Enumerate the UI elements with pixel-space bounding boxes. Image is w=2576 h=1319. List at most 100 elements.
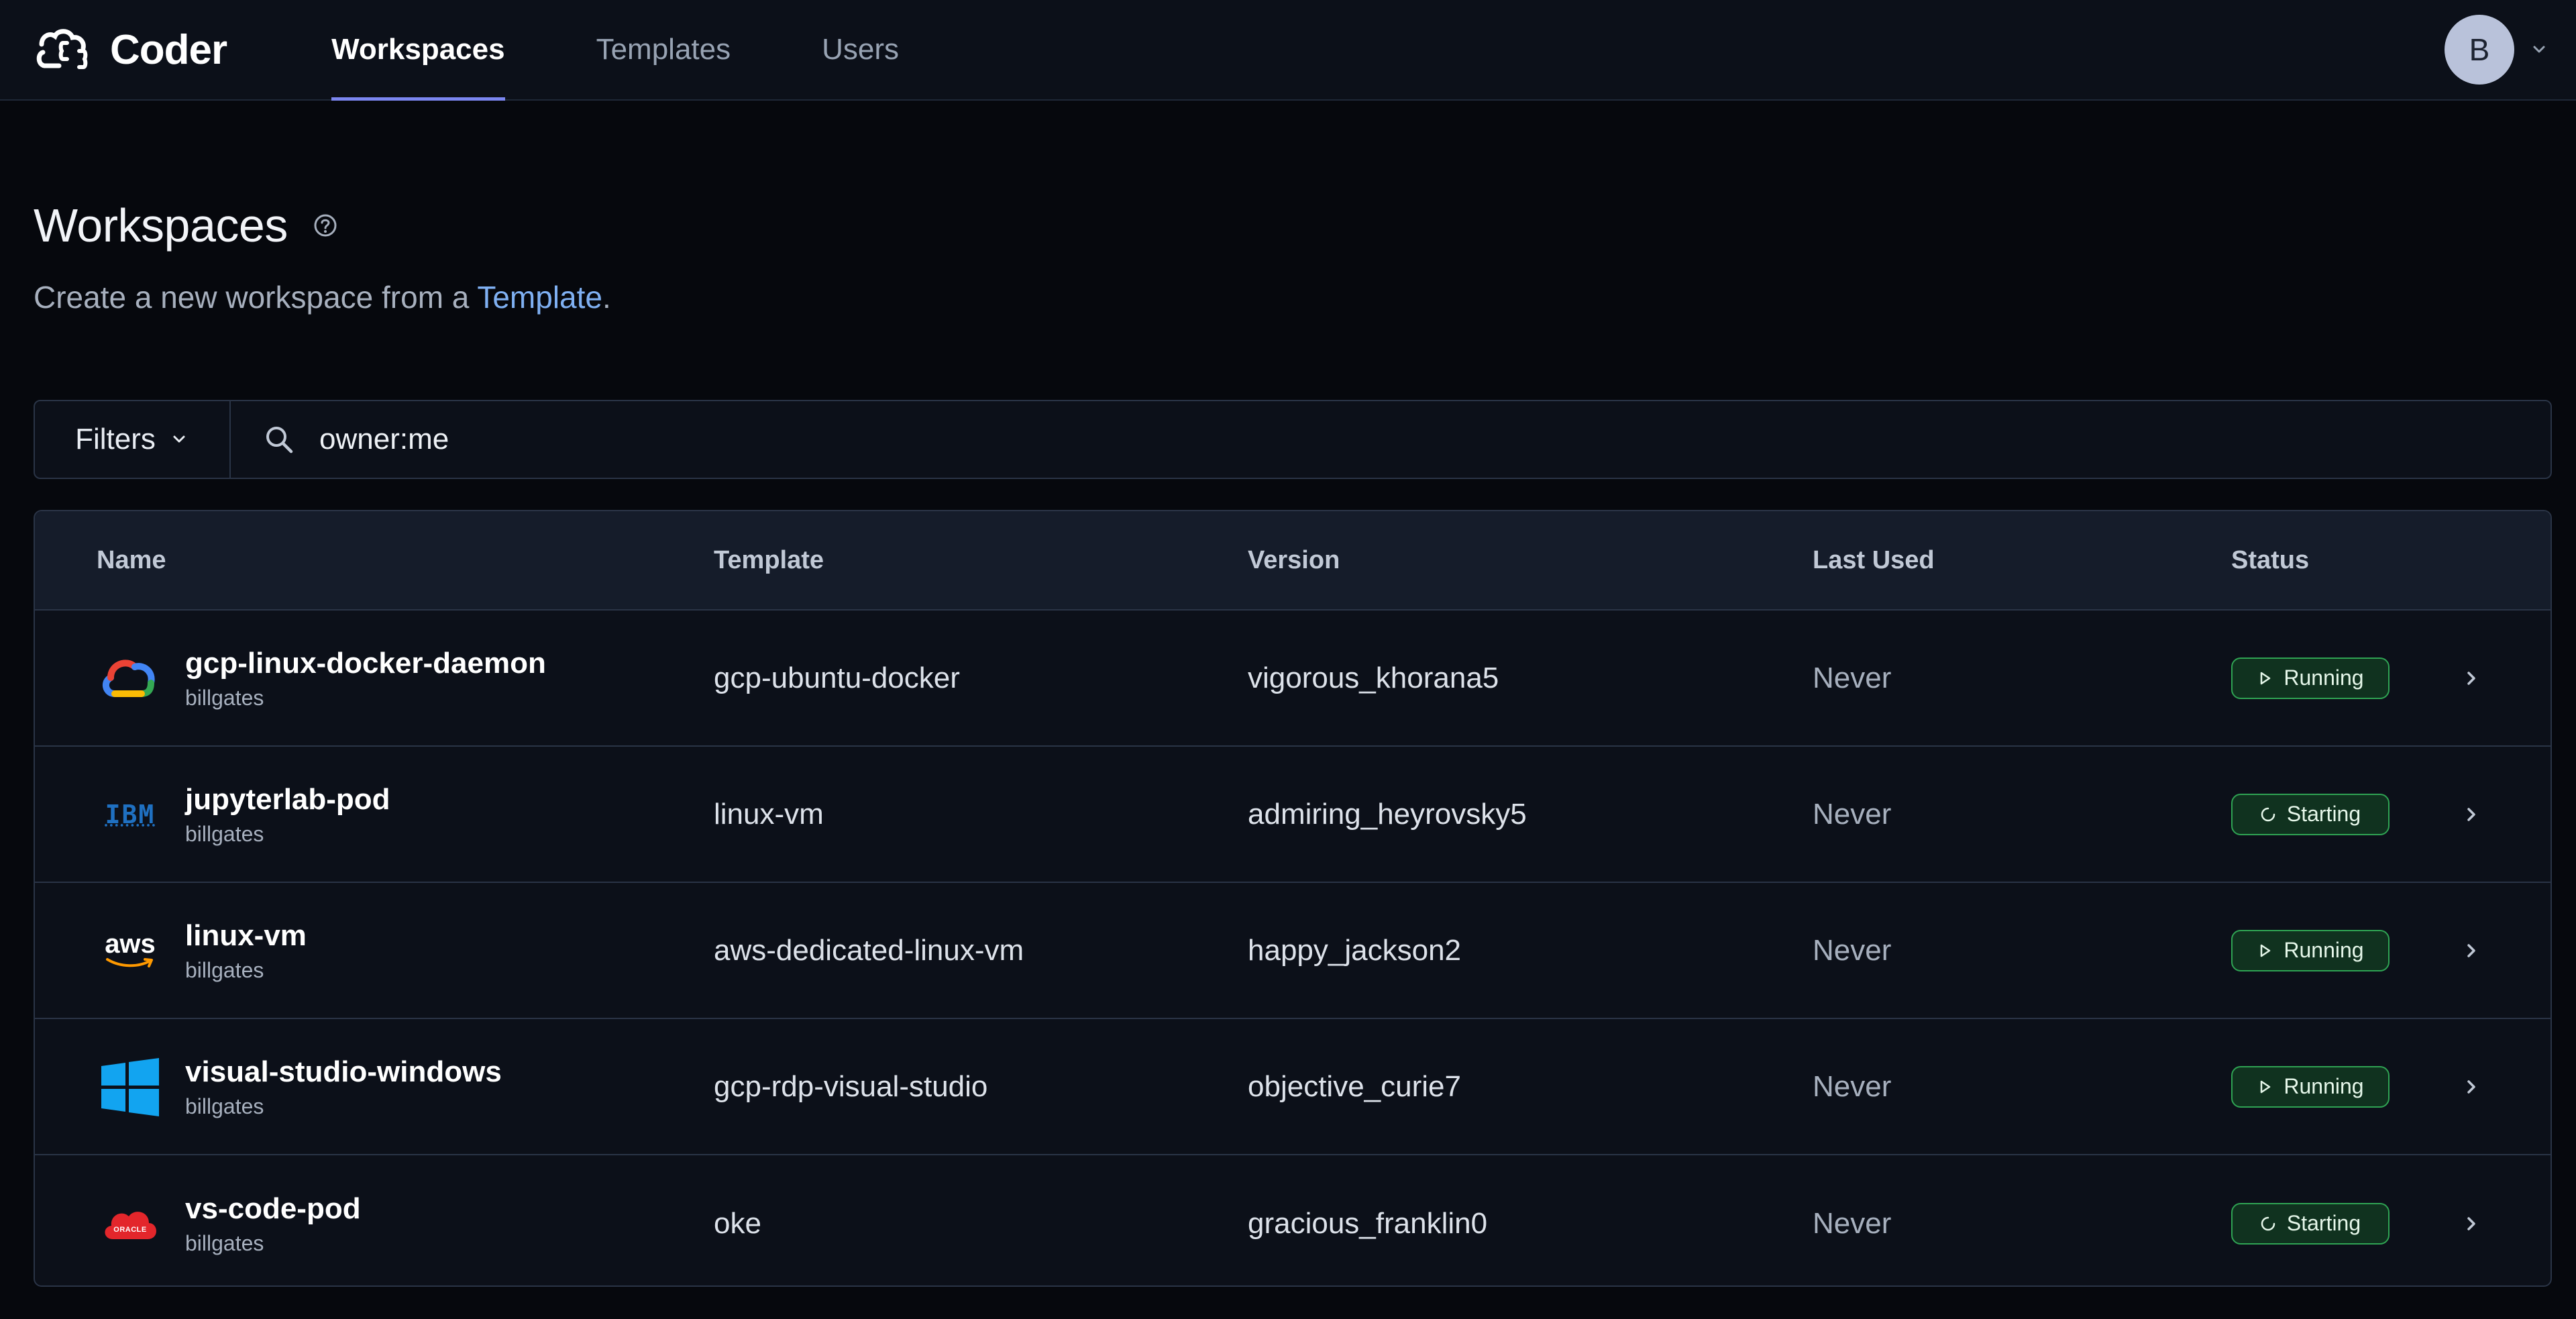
template-link[interactable]: Template: [477, 280, 602, 315]
workspace-name-cell: ORACLE vs-code-pod billgates: [97, 1155, 361, 1285]
workspace-owner: billgates: [185, 821, 264, 846]
workspace-name: gcp-linux-docker-daemon: [185, 646, 546, 680]
table-header: Name Template Version Last Used Status: [35, 511, 2551, 611]
chevron-down-icon[interactable]: [2529, 40, 2549, 60]
name-block: jupyterlab-pod billgates: [185, 782, 390, 847]
subtitle-period: .: [602, 280, 611, 315]
status-badge: Running: [2231, 1065, 2390, 1108]
workspace-last-used: Never: [1813, 797, 1892, 831]
workspace-template: oke: [714, 1206, 761, 1240]
column-header-name: Name: [97, 545, 166, 574]
google-cloud-icon: [97, 651, 164, 705]
table-row[interactable]: ORACLE vs-code-pod billgates oke graciou…: [35, 1155, 2551, 1285]
title-row: Workspaces: [34, 199, 2576, 252]
workspace-owner: billgates: [185, 1094, 264, 1118]
workspace-owner: billgates: [185, 1230, 264, 1255]
search-field[interactable]: [231, 401, 2551, 478]
open-workspace-button[interactable]: [2459, 1155, 2483, 1285]
table-row[interactable]: visual-studio-windows billgates gcp-rdp-…: [35, 1019, 2551, 1155]
workspace-owner: billgates: [185, 685, 264, 710]
workspace-owner: billgates: [185, 957, 264, 982]
filter-bar: Filters: [34, 400, 2552, 479]
top-navbar: Coder Workspaces Templates Users B: [0, 0, 2576, 101]
spinner-icon: [2261, 807, 2275, 821]
subtitle-text: Create a new workspace from a: [34, 280, 478, 315]
oracle-cloud-icon: ORACLE: [97, 1197, 164, 1251]
nav-links: Workspaces Templates Users: [331, 0, 990, 101]
name-block: linux-vm billgates: [185, 918, 307, 983]
workspace-name: linux-vm: [185, 918, 307, 952]
workspace-version: gracious_franklin0: [1248, 1206, 1488, 1240]
nav-tab-users[interactable]: Users: [822, 0, 899, 99]
status-cell: Starting: [2231, 1155, 2390, 1285]
status-badge: Running: [2231, 929, 2390, 971]
workspace-name: vs-code-pod: [185, 1192, 361, 1225]
name-block: gcp-linux-docker-daemon billgates: [185, 646, 546, 710]
aws-smile: [106, 957, 153, 967]
status-label: Running: [2284, 666, 2364, 690]
brand-name: Coder: [110, 26, 227, 73]
workspace-template: gcp-rdp-visual-studio: [714, 1069, 988, 1103]
workspace-template: aws-dedicated-linux-vm: [714, 933, 1024, 967]
status-badge: Starting: [2231, 1202, 2390, 1245]
workspace-template: linux-vm: [714, 797, 824, 831]
play-icon: [2261, 1080, 2271, 1093]
play-icon: [2261, 672, 2271, 684]
name-block: visual-studio-windows billgates: [185, 1055, 502, 1119]
workspace-version: vigorous_khorana5: [1248, 661, 1499, 694]
status-cell: Starting: [2231, 747, 2390, 882]
workspace-name-cell: IBM jupyterlab-pod billgates: [97, 747, 390, 882]
workspace-name-cell: gcp-linux-docker-daemon billgates: [97, 611, 546, 745]
workspaces-table: Name Template Version Last Used Status g…: [34, 510, 2552, 1287]
table-row[interactable]: aws linux-vm billgates aws-dedicated-lin…: [35, 883, 2551, 1019]
chevron-right-icon: [2467, 807, 2475, 821]
workspace-name-cell: visual-studio-windows billgates: [97, 1019, 502, 1154]
status-cell: Running: [2231, 883, 2390, 1018]
avatar[interactable]: B: [2445, 15, 2514, 85]
open-workspace-button[interactable]: [2459, 1019, 2483, 1154]
ibm-logo-text: IBM: [105, 799, 156, 829]
chevron-right-icon: [2467, 943, 2475, 957]
nav-tab-workspaces[interactable]: Workspaces: [331, 0, 506, 101]
windows-icon: [97, 1057, 164, 1116]
table-row[interactable]: IBM jupyterlab-pod billgates linux-vm ad…: [35, 747, 2551, 883]
user-menu[interactable]: B: [2445, 0, 2549, 99]
play-icon: [2261, 944, 2271, 957]
filters-button[interactable]: Filters: [35, 401, 231, 478]
status-label: Starting: [2286, 802, 2361, 826]
workspace-name-cell: aws linux-vm billgates: [97, 883, 307, 1018]
workspace-last-used: Never: [1813, 933, 1892, 967]
search-input[interactable]: [319, 423, 2332, 456]
aws-icon: aws: [97, 924, 164, 978]
aws-logo-text: aws: [105, 929, 156, 959]
open-workspace-button[interactable]: [2459, 747, 2483, 882]
chevron-down-icon: [173, 435, 185, 443]
chevron-right-icon: [2467, 1216, 2475, 1230]
open-workspace-button[interactable]: [2459, 883, 2483, 1018]
column-header-last-used: Last Used: [1813, 545, 1935, 574]
chevron-right-icon: [2467, 671, 2475, 685]
workspace-template: gcp-ubuntu-docker: [714, 661, 960, 694]
table-row[interactable]: gcp-linux-docker-daemon billgates gcp-ub…: [35, 611, 2551, 747]
workspace-last-used: Never: [1813, 1206, 1892, 1240]
help-icon[interactable]: [312, 212, 339, 239]
column-header-template: Template: [714, 545, 824, 574]
workspace-version: happy_jackson2: [1248, 933, 1462, 967]
status-badge: Running: [2231, 657, 2390, 699]
coder-logo-icon: [36, 29, 88, 69]
spinner-icon: [2261, 1216, 2275, 1230]
page-subtitle: Create a new workspace from a Template.: [34, 279, 2576, 315]
status-cell: Running: [2231, 611, 2390, 745]
column-header-version: Version: [1248, 545, 1340, 574]
workspace-name: jupyterlab-pod: [185, 782, 390, 816]
chevron-right-icon: [2467, 1079, 2475, 1094]
status-cell: Running: [2231, 1019, 2390, 1154]
workspace-name: visual-studio-windows: [185, 1055, 502, 1088]
brand[interactable]: Coder: [32, 0, 227, 99]
workspace-last-used: Never: [1813, 661, 1892, 694]
nav-tab-templates[interactable]: Templates: [596, 0, 731, 99]
column-header-status: Status: [2231, 545, 2310, 574]
workspace-last-used: Never: [1813, 1069, 1892, 1103]
open-workspace-button[interactable]: [2459, 611, 2483, 745]
workspaces-page: Coder Workspaces Templates Users B Works…: [0, 0, 2576, 1319]
